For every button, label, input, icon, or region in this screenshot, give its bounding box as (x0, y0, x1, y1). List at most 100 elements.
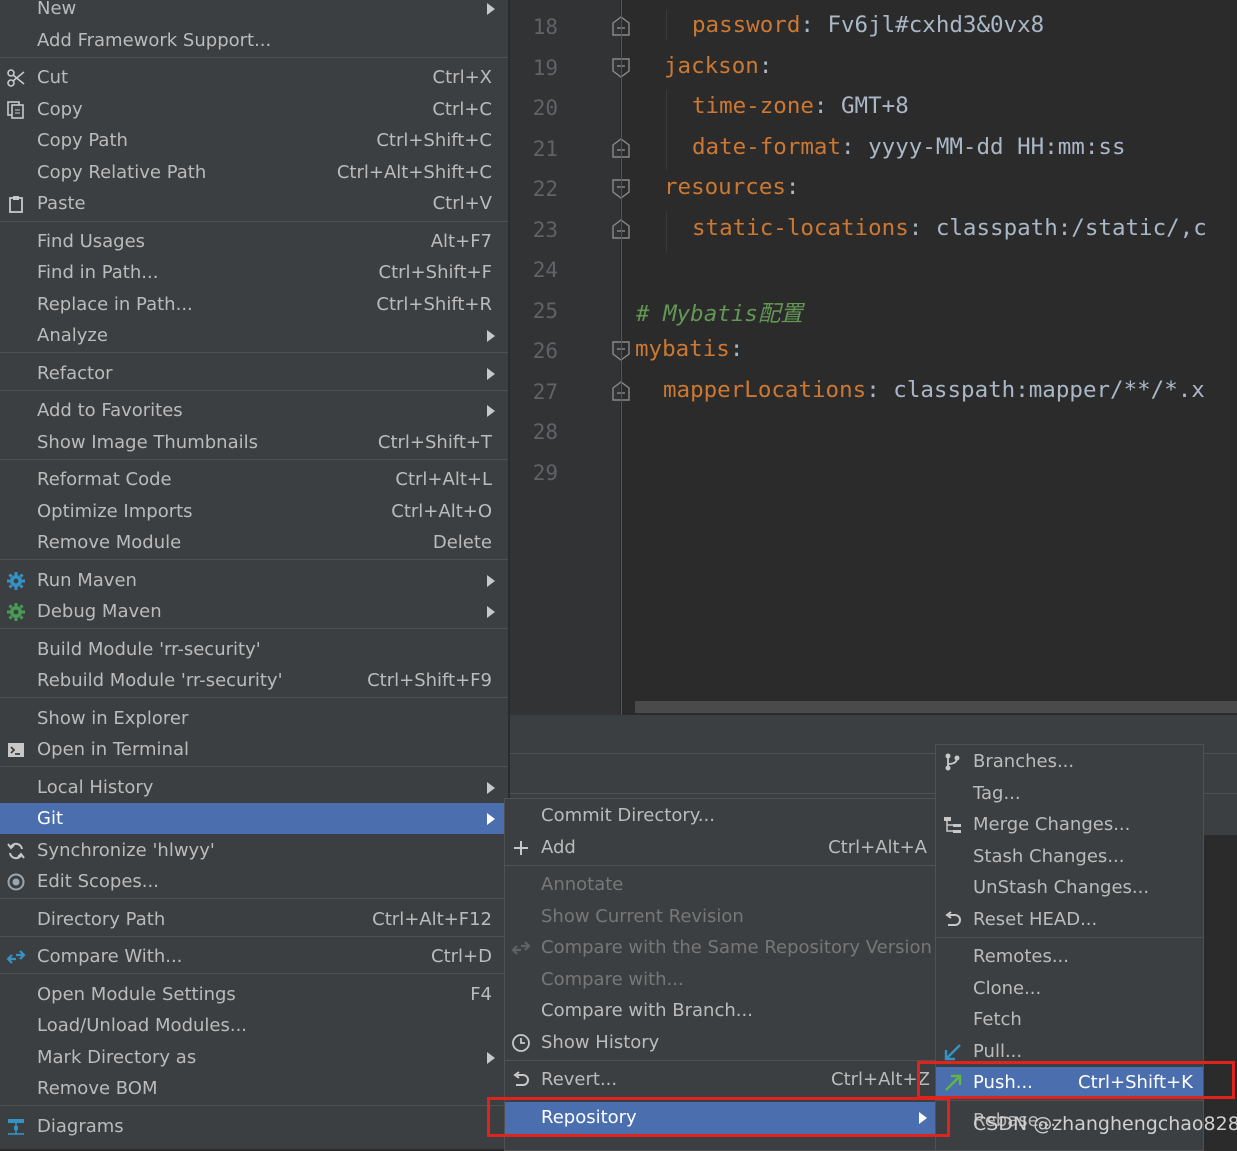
menu-item-cut[interactable]: Cut Ctrl+X (0, 62, 508, 93)
menu-item-replace-in-path[interactable]: Replace in Path... Ctrl+Shift+R (0, 289, 508, 320)
paste-icon (9, 196, 23, 213)
code-line: time-zone: GMT+8 (692, 93, 909, 119)
menu-item-optimize-imports[interactable]: Optimize Imports Ctrl+Alt+O (0, 496, 508, 527)
shortcut-label: Ctrl+Shift+F (378, 262, 492, 283)
menu-item-copy-path[interactable]: Copy Path Ctrl+Shift+C (0, 125, 508, 156)
scissors-icon (7, 69, 25, 87)
menu-item-rebuild-module[interactable]: Rebuild Module 'rr-security' Ctrl+Shift+F… (0, 665, 508, 696)
menu-item-run-maven[interactable]: Run Maven (0, 565, 508, 596)
menu-item-compare-with[interactable]: Compare With... Ctrl+D (0, 941, 508, 972)
shortcut-label: Ctrl+Shift+C (376, 130, 492, 151)
menu-item-show-current-revision[interactable]: Show Current Revision (505, 901, 937, 932)
menu-item-mark-directory-as[interactable]: Mark Directory as (0, 1042, 508, 1073)
horizontal-scrollbar[interactable] (635, 701, 1237, 713)
menu-item-label: Reset HEAD... (973, 909, 1098, 930)
menu-item-clone[interactable]: Clone... (936, 973, 1203, 1004)
menu-item-load-unload-modules[interactable]: Load/Unload Modules... (0, 1010, 508, 1041)
menu-item-paste[interactable]: Paste Ctrl+V (0, 188, 508, 219)
menu-item-local-history[interactable]: Local History (0, 772, 508, 803)
menu-item-reformat-code[interactable]: Reformat Code Ctrl+Alt+L (0, 464, 508, 495)
menu-item-compare-same-repository-version[interactable]: Compare with the Same Repository Version (505, 932, 937, 963)
gutter-divider (621, 0, 622, 715)
indent-guide (666, 10, 667, 40)
menu-item-merge-changes[interactable]: Merge Changes... (936, 809, 1203, 840)
menu-item-analyze[interactable]: Analyze (0, 320, 508, 351)
menu-item-tag[interactable]: Tag... (936, 778, 1203, 809)
menu-item-remove-bom[interactable]: Remove BOM (0, 1073, 508, 1104)
menu-item-label: Load/Unload Modules... (37, 1015, 248, 1036)
menu-item-label: Show in Explorer (37, 708, 189, 729)
menu-item-add-to-favorites[interactable]: Add to Favorites (0, 395, 508, 426)
menu-item-git[interactable]: Git (0, 803, 508, 834)
menu-item-remotes[interactable]: Remotes... (936, 941, 1203, 972)
code-line: password: Fv6jl#cxhd3&0vx8 (692, 12, 1044, 38)
menu-item-new[interactable]: New (0, 0, 508, 24)
menu-item-show-image-thumbnails[interactable]: Show Image Thumbnails Ctrl+Shift+T (0, 427, 508, 458)
menu-item-reset-head[interactable]: Reset HEAD... (936, 904, 1203, 935)
menu-item-add-framework-support[interactable]: Add Framework Support... (0, 25, 508, 56)
menu-item-remove-module[interactable]: Remove Module Delete (0, 527, 508, 558)
menu-item-label: Rebuild Module 'rr-security' (37, 670, 283, 691)
menu-item-branches[interactable]: Branches... (936, 746, 1203, 777)
menu-separator (936, 1100, 1203, 1101)
menu-item-debug-maven[interactable]: Debug Maven (0, 596, 508, 627)
menu-item-unstash-changes[interactable]: UnStash Changes... (936, 872, 1203, 903)
menu-item-stash-changes[interactable]: Stash Changes... (936, 841, 1203, 872)
yaml-key: mybatis (635, 336, 730, 362)
menu-item-label: Compare with... (541, 969, 684, 990)
yaml-key: password (692, 12, 801, 38)
line-number: 24 (532, 258, 558, 282)
menu-item-label: Tag... (973, 783, 1021, 804)
menu-item-add[interactable]: Add Ctrl+Alt+A (505, 832, 937, 863)
menu-separator (936, 937, 1203, 938)
menu-item-show-in-explorer[interactable]: Show in Explorer (0, 703, 508, 734)
menu-item-label: Replace in Path... (37, 294, 193, 315)
menu-item-label: Find Usages (37, 231, 146, 252)
shortcut-label: Ctrl+Alt+F12 (372, 909, 492, 930)
menu-separator (0, 559, 508, 560)
menu-item-find-in-path[interactable]: Find in Path... Ctrl+Shift+F (0, 257, 508, 288)
yaml-separator: : (841, 134, 869, 160)
menu-item-label: Remove BOM (37, 1078, 158, 1099)
menu-item-annotate[interactable]: Annotate (505, 869, 937, 900)
merge-icon (944, 817, 961, 833)
yaml-value: GMT+8 (841, 93, 909, 119)
menu-item-synchronize[interactable]: Synchronize 'hlwyy' (0, 835, 508, 866)
menu-item-show-history[interactable]: Show History (505, 1027, 937, 1058)
menu-item-compare-with[interactable]: Compare with... (505, 964, 937, 995)
menu-item-label: Show Current Revision (541, 906, 744, 927)
menu-item-open-module-settings[interactable]: Open Module Settings F4 (0, 979, 508, 1010)
menu-item-label: Diagrams (37, 1116, 124, 1137)
menu-item-label: Open Module Settings (37, 984, 236, 1005)
menu-item-open-in-terminal[interactable]: Open in Terminal (0, 734, 508, 765)
menu-item-build-module[interactable]: Build Module 'rr-security' (0, 634, 508, 665)
menu-item-label: Copy (37, 99, 83, 120)
maven-debug-gear-icon (7, 603, 25, 621)
menu-item-refactor[interactable]: Refactor (0, 358, 508, 389)
menu-separator (0, 57, 508, 58)
menu-item-edit-scopes[interactable]: Edit Scopes... (0, 866, 508, 897)
menu-separator (0, 898, 508, 899)
code-editor[interactable]: 18 19 20 21 22 23 24 25 26 27 28 29 pass… (510, 0, 1237, 715)
pull-arrow-icon (944, 1044, 961, 1061)
yaml-separator: : (908, 215, 936, 241)
menu-item-fetch[interactable]: Fetch (936, 1004, 1203, 1035)
line-number: 27 (532, 380, 558, 404)
menu-separator (0, 766, 508, 767)
menu-separator (0, 390, 508, 391)
submenu-arrow-icon (487, 368, 495, 380)
line-number: 26 (532, 339, 558, 363)
yaml-key: date-format (692, 134, 842, 160)
menu-item-label: Mark Directory as (37, 1047, 197, 1068)
menu-item-diagrams[interactable]: Diagrams (0, 1111, 508, 1142)
menu-item-revert[interactable]: Revert... Ctrl+Alt+Z (505, 1064, 937, 1095)
menu-item-directory-path[interactable]: Directory Path Ctrl+Alt+F12 (0, 904, 508, 935)
menu-item-label: Copy Relative Path (37, 162, 207, 183)
line-number: 18 (532, 15, 558, 39)
menu-item-label: Directory Path (37, 909, 166, 930)
menu-item-compare-with-branch[interactable]: Compare with Branch... (505, 995, 937, 1026)
menu-item-find-usages[interactable]: Find Usages Alt+F7 (0, 226, 508, 257)
menu-item-copy[interactable]: Copy Ctrl+C (0, 94, 508, 125)
menu-item-copy-relative-path[interactable]: Copy Relative Path Ctrl+Alt+Shift+C (0, 157, 508, 188)
menu-item-commit-directory[interactable]: Commit Directory... (505, 800, 937, 831)
